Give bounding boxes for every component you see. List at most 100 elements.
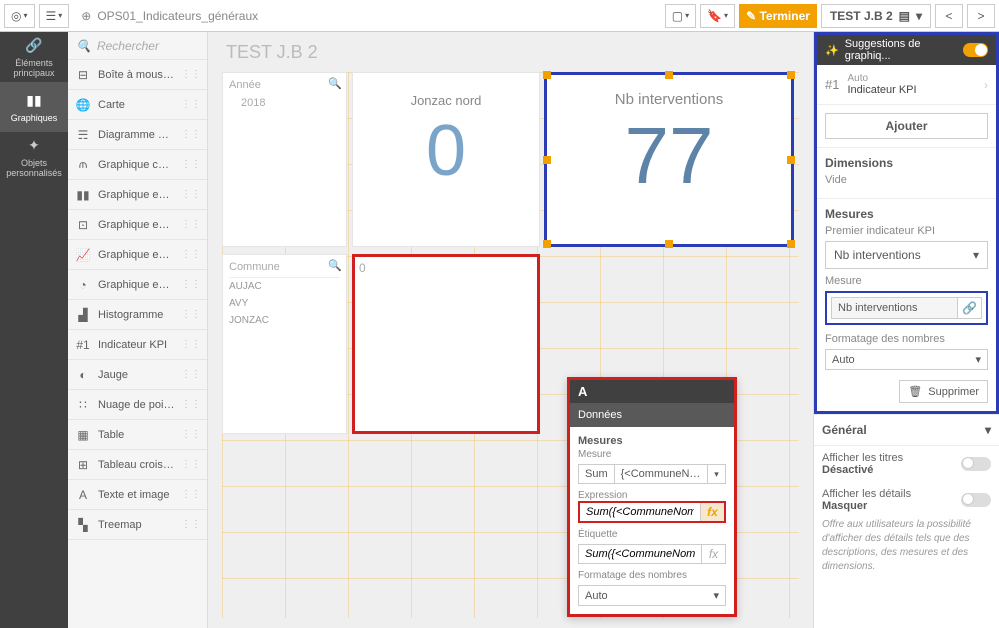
- present-dropdown[interactable]: ▢▾: [665, 4, 696, 28]
- commune-row[interactable]: JONZAC: [229, 312, 340, 329]
- asset-label: Carte: [98, 99, 175, 111]
- asset-item[interactable]: ⊟Boîte à mousta...⋮⋮: [68, 60, 207, 90]
- asset-item[interactable]: ▮▮Graphique en b...⋮⋮: [68, 180, 207, 210]
- titres-value: Désactivé: [822, 464, 903, 476]
- kpi-nb-interventions[interactable]: Nb interventions 77: [544, 72, 794, 247]
- bookmark-dropdown[interactable]: 🔖▾: [700, 4, 735, 28]
- terminer-button[interactable]: ✎ Terminer: [739, 4, 817, 28]
- props-format-label: Formatage des nombres: [825, 333, 988, 345]
- props-format-select[interactable]: Auto ▾: [825, 349, 988, 370]
- general-accordion[interactable]: Général ▾: [814, 414, 999, 446]
- asset-item[interactable]: ☴Diagramme de...⋮⋮: [68, 120, 207, 150]
- resize-handle[interactable]: [665, 71, 673, 79]
- details-value: Masquer: [822, 500, 911, 512]
- asset-item[interactable]: ⊡Graphique en c...⋮⋮: [68, 210, 207, 240]
- format-select[interactable]: Auto ▾: [578, 585, 726, 606]
- insight-dropdown[interactable]: ◎▾: [4, 4, 35, 28]
- details-switch[interactable]: [961, 493, 991, 507]
- suggestions-toggle[interactable]: [963, 43, 988, 57]
- list-dropdown[interactable]: ☰▾: [39, 4, 70, 28]
- chart-type-icon: ◔: [74, 278, 92, 292]
- resize-handle[interactable]: [665, 240, 673, 248]
- asset-item[interactable]: ▟Histogramme⋮⋮: [68, 300, 207, 330]
- etiquette-input-row: fx: [578, 544, 726, 564]
- prev-sheet-button[interactable]: <: [935, 4, 963, 28]
- format-label: Formatage des nombres: [578, 570, 726, 581]
- drag-handle-icon: ⋮⋮: [181, 399, 201, 410]
- asset-item[interactable]: ⫙Graphique com...⋮⋮: [68, 150, 207, 180]
- titres-switch[interactable]: [961, 457, 991, 471]
- rail-graphiques[interactable]: ▮▮ Graphiques: [0, 82, 68, 132]
- ajouter-button[interactable]: Ajouter: [825, 113, 988, 139]
- search-icon[interactable]: 🔍: [328, 77, 342, 90]
- expression-input[interactable]: [580, 503, 700, 521]
- resize-handle[interactable]: [787, 71, 795, 79]
- kpi-empty-red[interactable]: 0: [352, 254, 540, 434]
- filter-year[interactable]: 🔍 Année 2018: [222, 72, 347, 247]
- kpi-title: Nb interventions: [615, 91, 723, 108]
- resize-handle[interactable]: [543, 71, 551, 79]
- filter-commune[interactable]: 🔍 Commune AUJACAVYJONZAC: [222, 254, 347, 434]
- asset-item[interactable]: ▚Treemap⋮⋮: [68, 510, 207, 540]
- asset-label: Graphique en c...: [98, 249, 175, 261]
- sum-dropdown[interactable]: Sum {<CommuneNom={... ▾: [578, 464, 726, 484]
- asset-label: Table: [98, 429, 175, 441]
- fx-button[interactable]: fx: [700, 503, 724, 521]
- asset-label: Graphique en c...: [98, 219, 175, 231]
- asset-item[interactable]: 🌐Carte⋮⋮: [68, 90, 207, 120]
- drag-handle-icon: ⋮⋮: [181, 489, 201, 500]
- supprimer-button[interactable]: 🗑 Supprimer: [899, 380, 988, 403]
- search-icon[interactable]: 🔍: [328, 259, 342, 272]
- asset-item[interactable]: 📈Graphique en c...⋮⋮: [68, 240, 207, 270]
- chart-type-row[interactable]: #1 Auto Indicateur KPI ›: [817, 65, 996, 105]
- drag-handle-icon: ⋮⋮: [181, 429, 201, 440]
- rail-objets[interactable]: ✦ Objets personnalisés: [0, 132, 68, 182]
- resize-handle[interactable]: [543, 240, 551, 248]
- sum-label: Sum: [578, 464, 615, 484]
- supprimer-label: Supprimer: [928, 386, 979, 398]
- fx-button[interactable]: fx: [701, 545, 725, 563]
- resize-handle[interactable]: [543, 156, 551, 164]
- asset-panel: 🔍 Rechercher ⊟Boîte à mousta...⋮⋮🌐Carte⋮…: [68, 32, 208, 628]
- kpi-jonzac[interactable]: Jonzac nord 0: [352, 72, 540, 247]
- kpi-hash-icon: #1: [825, 77, 839, 92]
- asset-search[interactable]: 🔍 Rechercher: [68, 32, 207, 60]
- chevron-down-icon: ▾: [985, 423, 991, 437]
- commune-row[interactable]: AUJAC: [229, 278, 340, 295]
- chevron-down-icon: ▾: [916, 9, 922, 23]
- asset-item[interactable]: #1Indicateur KPI⋮⋮: [68, 330, 207, 360]
- pencil-icon: ✎: [746, 9, 756, 23]
- chart-type-icon: ⊞: [74, 458, 92, 472]
- resize-handle[interactable]: [787, 240, 795, 248]
- asset-item[interactable]: ◔Graphique en s...⋮⋮: [68, 270, 207, 300]
- afficher-titres-row: Afficher les titres Désactivé: [814, 446, 999, 482]
- rail-objets-label: Objets personnalisés: [0, 158, 68, 178]
- kpi-value: 77: [625, 108, 714, 204]
- asset-label: Indicateur KPI: [98, 339, 175, 351]
- asset-item[interactable]: ∷Nuage de points⋮⋮: [68, 390, 207, 420]
- jonzac-title: Jonzac nord: [411, 93, 482, 108]
- next-sheet-button[interactable]: >: [967, 4, 995, 28]
- asset-item[interactable]: ATexte et image⋮⋮: [68, 480, 207, 510]
- chevron-down-icon: ▾: [713, 589, 719, 602]
- sheet-selector[interactable]: TEST J.B 2 ▤ ▾: [821, 4, 931, 28]
- resize-handle[interactable]: [787, 156, 795, 164]
- kpi-label: Indicateur KPI: [847, 84, 976, 96]
- asset-item[interactable]: ⊞Tableau croisé...⋮⋮: [68, 450, 207, 480]
- commune-row[interactable]: AVY: [229, 295, 340, 312]
- measure-accordion[interactable]: Nb interventions ▾: [825, 241, 988, 269]
- asset-label: Tableau croisé...: [98, 459, 175, 471]
- mesure-sub: Mesure: [578, 449, 726, 460]
- etiquette-input[interactable]: [579, 545, 701, 563]
- asset-item[interactable]: ▦Table⋮⋮: [68, 420, 207, 450]
- popover-header[interactable]: A: [570, 377, 734, 403]
- rail-elements[interactable]: 🔗 Éléments principaux: [0, 32, 68, 82]
- details-label: Afficher les détails: [822, 488, 911, 500]
- chevron-right-icon: ›: [984, 78, 988, 92]
- titres-label: Afficher les titres: [822, 452, 903, 464]
- link-icon: 🔗: [25, 37, 42, 54]
- measure-popover: A Données Mesures Mesure Sum {<CommuneNo…: [567, 377, 737, 617]
- popover-tab-donnees[interactable]: Données: [570, 403, 734, 427]
- asset-item[interactable]: ◐Jauge⋮⋮: [68, 360, 207, 390]
- measure-link-row[interactable]: Nb interventions 🔗: [831, 297, 982, 319]
